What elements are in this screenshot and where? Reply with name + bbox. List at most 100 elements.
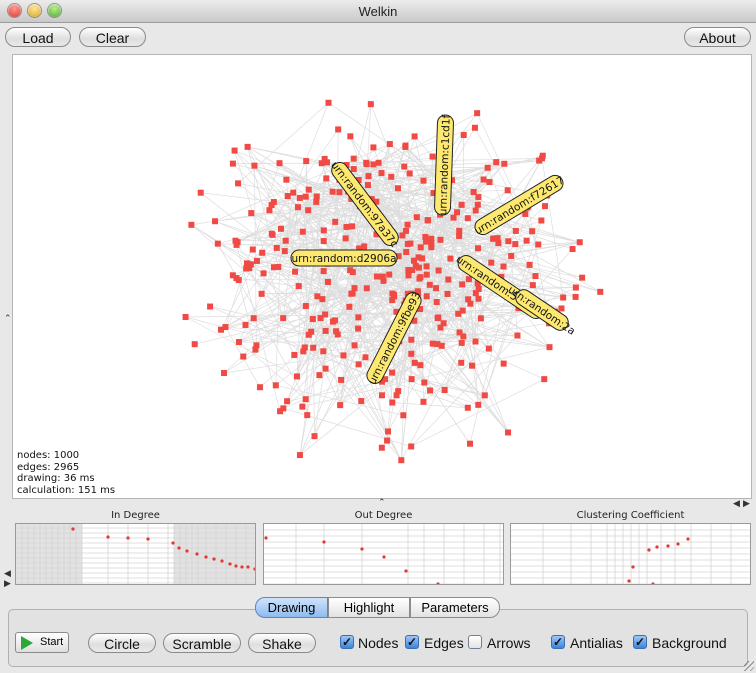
graph-node[interactable] [403, 248, 410, 255]
graph-node[interactable] [270, 264, 277, 271]
graph-node[interactable] [273, 244, 280, 251]
graph-node[interactable] [281, 248, 288, 255]
graph-node[interactable] [388, 173, 395, 180]
graph-node[interactable] [539, 155, 546, 162]
graph-node[interactable] [218, 326, 225, 333]
graph-node[interactable] [486, 179, 493, 186]
scroll-left-arrow-icon[interactable]: ◀ [733, 498, 740, 509]
graph-node[interactable] [481, 392, 488, 399]
graph-node[interactable] [349, 269, 356, 276]
graph-node[interactable] [505, 429, 512, 436]
graph-node[interactable] [458, 339, 465, 346]
tab-drawing[interactable]: Drawing [255, 597, 328, 618]
graph-node[interactable] [416, 275, 423, 282]
graph-node[interactable] [389, 399, 396, 406]
graph-node[interactable] [303, 158, 310, 165]
graph-node[interactable] [305, 207, 312, 214]
graph-node[interactable] [338, 376, 345, 383]
graph-node[interactable] [296, 194, 303, 201]
graph-node[interactable] [420, 177, 427, 184]
graph-node[interactable] [272, 382, 279, 389]
graph-node[interactable] [405, 267, 412, 274]
graph-node[interactable] [401, 163, 408, 170]
graph-node[interactable] [351, 342, 358, 349]
graph-node[interactable] [378, 392, 385, 399]
about-button[interactable]: About [684, 27, 751, 47]
graph-node[interactable] [433, 299, 440, 306]
background-checkbox[interactable]: ✓ [633, 635, 647, 649]
graph-node[interactable] [294, 204, 301, 211]
graph-node[interactable] [253, 257, 260, 264]
graph-node[interactable] [460, 333, 467, 340]
graph-node[interactable] [572, 293, 579, 300]
arrows-checkbox[interactable] [468, 635, 482, 649]
graph-node[interactable] [242, 321, 249, 328]
graph-node[interactable] [323, 175, 330, 182]
load-button[interactable]: Load [5, 27, 71, 47]
graph-node[interactable] [546, 344, 553, 351]
graph-node[interactable] [240, 353, 247, 360]
graph-node[interactable] [350, 166, 357, 173]
graph-node[interactable] [229, 272, 236, 279]
graph-node[interactable] [423, 263, 430, 270]
graph-node[interactable] [500, 360, 507, 367]
graph-node[interactable] [389, 369, 396, 376]
graph-node[interactable] [386, 271, 393, 278]
graph-node[interactable] [435, 267, 442, 274]
graph-node[interactable] [282, 237, 289, 244]
graph-node[interactable] [363, 285, 370, 292]
tab-parameters[interactable]: Parameters [410, 597, 500, 618]
graph-node[interactable] [311, 433, 318, 440]
graph-node[interactable] [331, 317, 338, 324]
resize-grip-icon[interactable] [744, 661, 754, 671]
graph-node[interactable] [576, 239, 583, 246]
graph-node[interactable] [440, 320, 447, 327]
graph-node[interactable] [342, 235, 349, 242]
graph-node[interactable] [235, 180, 242, 187]
graph-node[interactable] [474, 201, 481, 208]
graph-node[interactable] [464, 404, 471, 411]
graph-node[interactable] [458, 201, 465, 208]
antialias-checkbox[interactable]: ✓ [551, 635, 565, 649]
graph-node[interactable] [408, 443, 415, 450]
graph-node[interactable] [293, 373, 300, 380]
graph-node[interactable] [406, 170, 413, 177]
graph-node[interactable] [505, 238, 512, 245]
graph-node[interactable] [197, 189, 204, 196]
graph-node[interactable] [355, 314, 362, 321]
graph-node[interactable] [417, 244, 424, 251]
edges-checkbox[interactable]: ✓ [405, 635, 419, 649]
graph-node[interactable] [346, 303, 353, 310]
antialias-checkbox-label[interactable]: Antialias [570, 635, 623, 651]
graph-node[interactable] [332, 218, 339, 225]
graph-node[interactable] [253, 342, 260, 349]
graph-node[interactable] [464, 215, 471, 222]
graph-node[interactable] [276, 160, 283, 167]
graph-node[interactable] [400, 412, 407, 419]
graph-node[interactable] [445, 276, 452, 283]
graph-node[interactable] [579, 274, 586, 281]
graph-node[interactable] [320, 348, 327, 355]
graph-node[interactable] [408, 336, 415, 343]
graph-node[interactable] [500, 263, 507, 270]
graph-node[interactable] [412, 263, 419, 270]
graph-node[interactable] [243, 260, 250, 267]
graph-node[interactable] [435, 314, 442, 321]
graph-node[interactable] [484, 164, 491, 171]
graph-node[interactable] [441, 386, 448, 393]
graph-node[interactable] [229, 160, 236, 167]
graph-node[interactable] [398, 457, 405, 464]
graph-node[interactable] [386, 141, 393, 148]
graph-node[interactable] [324, 278, 331, 285]
graph-node[interactable] [316, 372, 323, 379]
graph-node[interactable] [477, 315, 484, 322]
graph-node[interactable] [488, 259, 495, 266]
graph-node[interactable] [474, 110, 481, 117]
graph-node[interactable] [456, 227, 463, 234]
graph-node[interactable] [235, 277, 242, 284]
graph-node[interactable] [304, 412, 311, 419]
graph-node[interactable] [421, 379, 428, 386]
graph-node[interactable] [295, 283, 302, 290]
graph-node[interactable] [266, 207, 273, 214]
graph-node[interactable] [234, 239, 241, 246]
